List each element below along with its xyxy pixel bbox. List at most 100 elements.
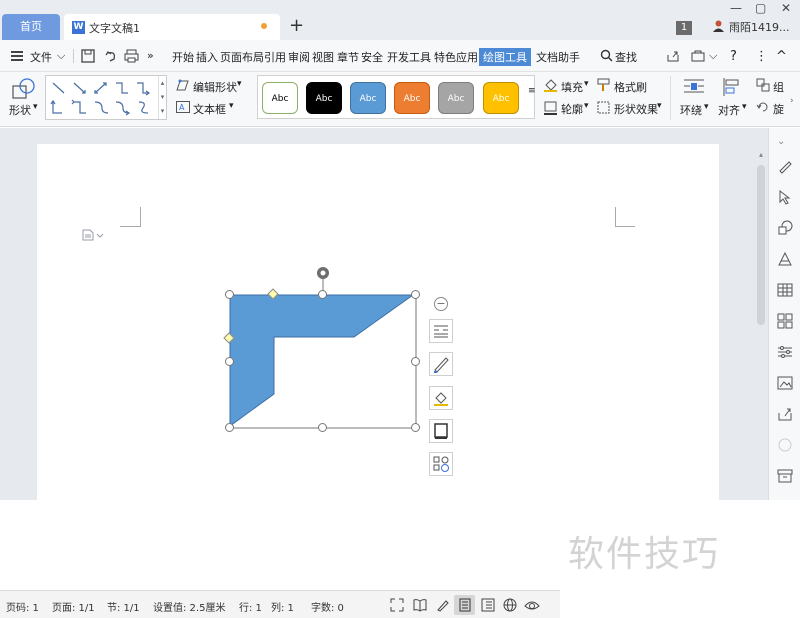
menu-item[interactable]: 开发工具 <box>387 49 431 65</box>
tab-home[interactable]: 首页 <box>2 14 60 40</box>
layout-options-button[interactable] <box>429 319 453 343</box>
paragraph-layout-icon[interactable] <box>82 229 106 241</box>
selected-shape[interactable] <box>222 262 458 438</box>
status-word-count[interactable]: 字数: 0 <box>311 599 344 614</box>
status-row[interactable]: 行: 1 <box>239 599 262 614</box>
hamburger-icon[interactable] <box>11 51 23 61</box>
outline-button[interactable]: 轮廓 <box>561 101 583 117</box>
more-options-icon[interactable]: ⋮ <box>755 49 768 64</box>
shape-style-swatch[interactable]: Abc <box>394 82 430 114</box>
resize-handle[interactable] <box>411 357 420 366</box>
outline-float-button[interactable] <box>429 419 453 443</box>
web-view-icon[interactable] <box>503 598 517 612</box>
shape-button[interactable]: 形状 <box>9 102 31 118</box>
wrap-button[interactable]: 环绕 <box>680 102 702 118</box>
textbox-button[interactable]: 文本框 <box>193 101 226 117</box>
chevron-down-icon[interactable]: ⌵ <box>709 49 717 63</box>
archive-icon[interactable] <box>777 468 793 484</box>
image-panel-icon[interactable] <box>777 375 793 391</box>
status-setting-value[interactable]: 设置值: 2.5厘米 <box>153 599 225 614</box>
menu-item[interactable]: 文档助手 <box>536 49 580 65</box>
edit-icon[interactable] <box>777 158 793 174</box>
menu-file[interactable]: 文件 <box>30 49 52 65</box>
menu-item-active[interactable]: 绘图工具 <box>479 48 531 66</box>
chevron-down-icon[interactable]: ⌵ <box>57 49 65 63</box>
resize-handle[interactable] <box>318 290 327 299</box>
page-view-active[interactable] <box>454 595 475 615</box>
collapse-float-toolbar-button[interactable]: − <box>434 297 448 311</box>
fullscreen-icon[interactable] <box>390 598 404 612</box>
fill-button[interactable]: 填充 <box>561 79 583 95</box>
chevron-down-icon[interactable]: ▾ <box>584 101 589 111</box>
menu-item[interactable]: 特色应用 <box>434 49 478 65</box>
shape-effects-button[interactable]: 形状效果 <box>614 101 658 117</box>
chevron-down-icon[interactable]: ▾ <box>742 102 747 112</box>
outline-view-icon[interactable] <box>481 598 495 612</box>
resize-handle[interactable] <box>411 290 420 299</box>
align-button[interactable]: 对齐 <box>718 102 740 118</box>
menu-item[interactable]: 引用 <box>264 49 286 65</box>
chevron-down-icon[interactable]: ▾ <box>237 79 242 89</box>
chevron-down-icon[interactable]: ▾ <box>657 101 662 111</box>
select-cursor-icon[interactable] <box>777 189 793 205</box>
share-icon[interactable] <box>666 49 680 63</box>
chevron-down-icon[interactable]: ▾ <box>229 101 234 111</box>
chevron-down-icon[interactable]: ▾ <box>33 102 38 112</box>
new-tab-button[interactable]: + <box>289 15 304 36</box>
status-section[interactable]: 节: 1/1 <box>107 599 140 614</box>
close-button[interactable]: ✕ <box>781 1 791 15</box>
shape-style-swatch[interactable]: Abc <box>350 82 386 114</box>
minimize-button[interactable]: — <box>730 1 742 15</box>
style-panel-icon[interactable] <box>777 251 793 267</box>
ribbon-scroll-right-icon[interactable]: › <box>790 96 794 106</box>
status-column[interactable]: 列: 1 <box>271 599 294 614</box>
format-painter-button[interactable]: 格式刷 <box>614 79 647 95</box>
print-icon[interactable] <box>124 49 139 63</box>
search-label[interactable]: 查找 <box>615 49 637 65</box>
shape-style-swatch[interactable]: Abc <box>438 82 474 114</box>
avatar-icon[interactable] <box>713 20 724 32</box>
chevron-down-icon[interactable]: ▾ <box>584 79 589 89</box>
menu-item[interactable]: 插入 <box>196 49 218 65</box>
menu-item[interactable]: 安全 <box>361 49 383 65</box>
gallery-scroll[interactable]: ▴ ▾ ▾ <box>158 76 166 119</box>
resize-handle[interactable] <box>225 423 234 432</box>
share-panel-icon[interactable] <box>777 406 793 422</box>
page-badge[interactable]: 1 <box>676 21 692 35</box>
user-name[interactable]: 雨陌1419... <box>729 19 789 35</box>
resize-handle[interactable] <box>318 423 327 432</box>
shape-icon[interactable] <box>12 78 36 100</box>
shape-style-gallery[interactable]: Abc Abc Abc Abc Abc Abc <box>257 75 535 119</box>
shape-style-swatch[interactable]: Abc <box>262 82 298 114</box>
pen-mode-icon[interactable] <box>436 598 450 612</box>
more-icon[interactable]: » <box>147 49 154 62</box>
shape-style-swatch[interactable]: Abc <box>306 82 342 114</box>
menu-item[interactable]: 开始 <box>172 49 194 65</box>
apps-icon[interactable] <box>777 313 793 329</box>
edit-shape-button[interactable]: 编辑形状 <box>193 79 237 95</box>
menu-item[interactable]: 视图 <box>312 49 334 65</box>
outline-pen-button[interactable] <box>429 352 453 376</box>
cloud-sync-icon[interactable] <box>691 49 705 63</box>
resize-handle[interactable] <box>225 357 234 366</box>
status-page-code[interactable]: 页码: 1 <box>6 599 39 614</box>
chevron-down-icon[interactable]: ▾ <box>704 102 709 112</box>
shape-library-button[interactable] <box>429 452 453 476</box>
vertical-scrollbar[interactable]: ▴ <box>756 150 766 330</box>
undo-icon[interactable] <box>104 49 118 63</box>
line-shapes-gallery[interactable]: ▴ ▾ ▾ <box>45 75 167 120</box>
maximize-button[interactable]: ▢ <box>755 1 766 15</box>
fill-float-button[interactable] <box>429 386 453 410</box>
help-icon[interactable]: ? <box>730 49 737 64</box>
shape-panel-icon[interactable] <box>777 220 793 236</box>
status-pages[interactable]: 页面: 1/1 <box>52 599 95 614</box>
shape-style-swatch[interactable]: Abc <box>483 82 519 114</box>
menu-item[interactable]: 章节 <box>337 49 359 65</box>
reading-mode-icon[interactable] <box>413 598 427 612</box>
rotate-button[interactable]: 旋 <box>773 101 784 117</box>
resize-handle[interactable] <box>411 423 420 432</box>
table-icon[interactable] <box>777 282 793 298</box>
sidebar-collapse-icon[interactable]: ⌄ <box>777 136 785 147</box>
settings-sliders-icon[interactable] <box>777 344 793 360</box>
search-icon[interactable] <box>600 49 613 62</box>
